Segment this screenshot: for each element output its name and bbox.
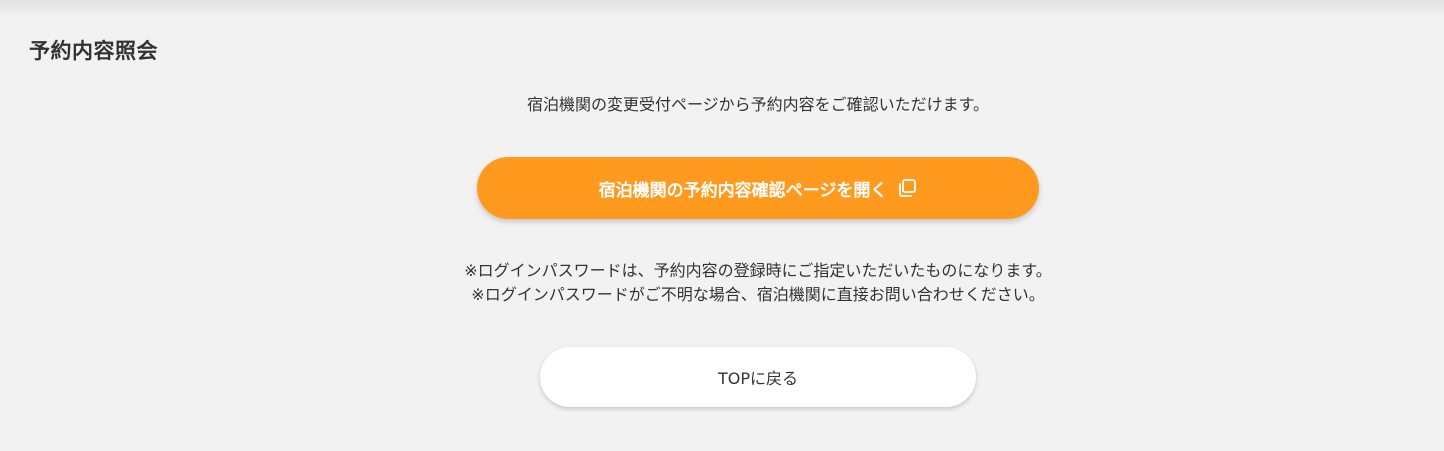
header-shadow [0, 0, 1444, 18]
intro-text: 宿泊機関の変更受付ページから予約内容をご確認いただけます。 [526, 95, 990, 114]
open-reservation-page-button[interactable]: 宿泊機関の予約内容確認ページを開く [477, 157, 1039, 219]
open-reservation-page-label: 宿泊機関の予約内容確認ページを開く [598, 180, 888, 201]
back-to-top-button[interactable]: TOPに戻る [540, 347, 976, 407]
page-title: 予約内容照会 [29, 39, 158, 63]
copy-icon [897, 178, 917, 198]
note-contact: ※ログインパスワードがご不明な場合、宿泊機関に直接お問い合わせください。 [471, 285, 1045, 304]
note-login-password: ※ログインパスワードは、予約内容の登録時にご指定いただいたものになります。 [464, 261, 1052, 280]
notes: ※ログインパスワードは、予約内容の登録時にご指定いただいたものになります。 ※ロ… [0, 259, 1444, 307]
back-to-top-label: TOPに戻る [717, 369, 799, 388]
